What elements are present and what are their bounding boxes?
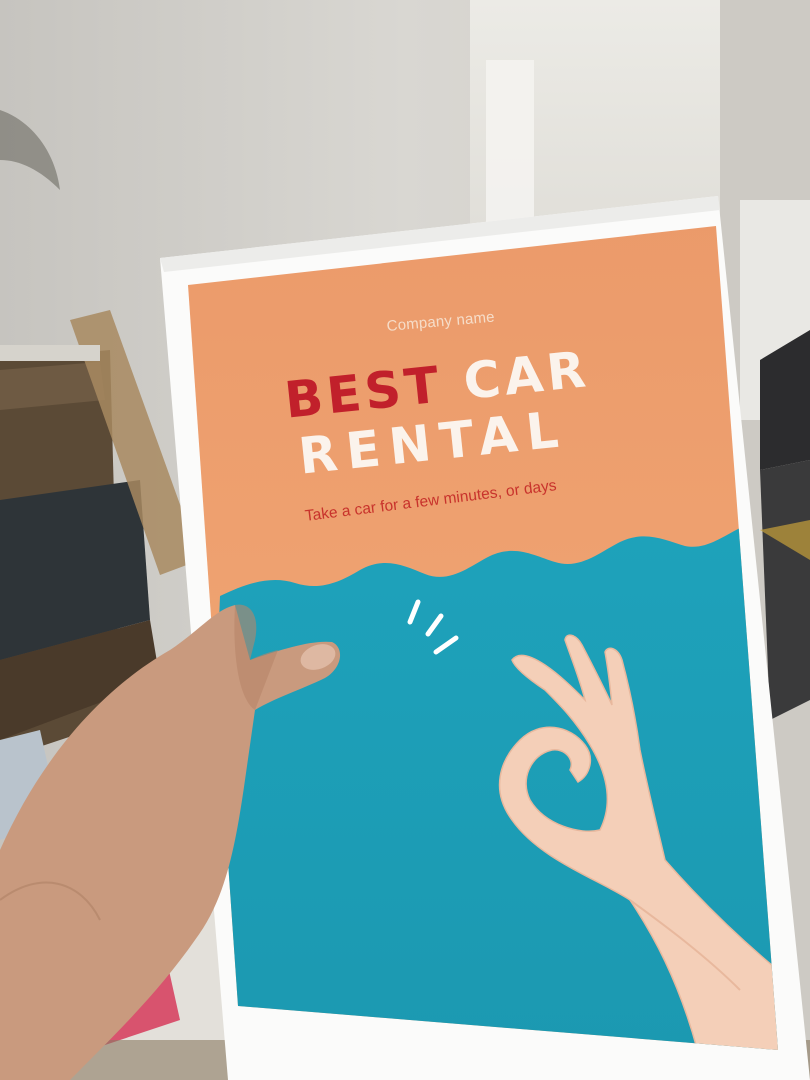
photo-scene: Company name BEST CAR RENTAL Take a car …	[0, 0, 810, 1080]
photo-illustration	[0, 0, 810, 1080]
